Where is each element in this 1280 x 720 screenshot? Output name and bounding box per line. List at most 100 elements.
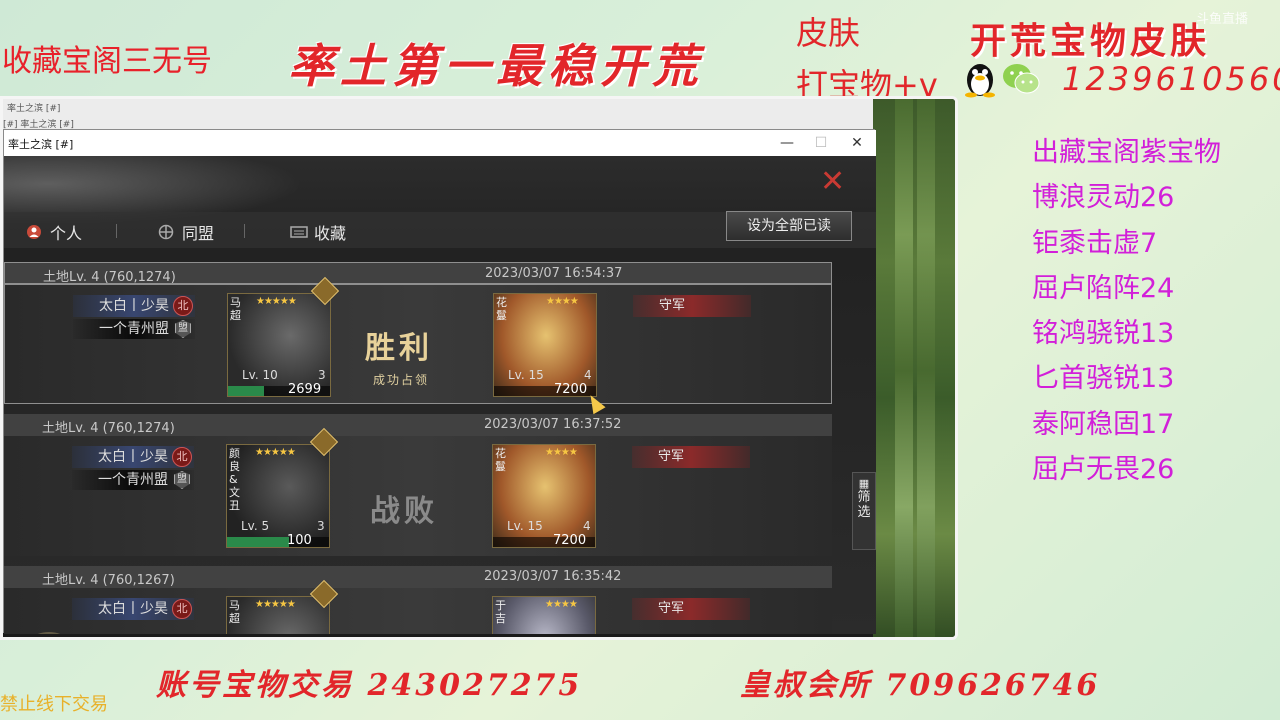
panel-close-button[interactable]: ✕	[820, 164, 845, 199]
treasure-list-item: 钜黍击虚7	[1032, 227, 1158, 259]
general-name: 于吉	[495, 599, 506, 625]
troop-count: 2699	[288, 382, 322, 397]
defender-general-card[interactable]: 花鬘 ★★★★ Lv. 15 4 7200	[492, 444, 596, 548]
general-stars: ★★★★	[545, 599, 578, 610]
game-capture-frame: 率土之滨 [#] [#] 率土之滨 [#] 率土之滨 [#] — ☐ ✕ ✕ 个…	[0, 96, 958, 640]
defender-label: 守军	[632, 446, 750, 468]
treasure-list-item: 泰阿稳固17	[1032, 408, 1175, 440]
filter-button[interactable]: ▦ 筛选	[852, 472, 876, 550]
treasure-list-item: 屈卢无畏26	[1032, 454, 1175, 486]
treasure-list-item: 出藏宝阁紫宝物	[1032, 137, 1221, 168]
report-location: 土地Lv. 4 (760,1267)	[42, 573, 175, 588]
general-level: Lv. 5	[241, 519, 270, 533]
stream-watermark: 斗鱼直播	[1196, 12, 1249, 27]
tab-collection[interactable]: 收藏	[290, 220, 346, 244]
report-time: 2023/03/07 16:54:37	[485, 266, 623, 281]
general-name: 颜良&文丑	[229, 447, 240, 512]
battle-outcome: 战败	[370, 494, 438, 529]
defender-general-card[interactable]: 于吉 ★★★★	[492, 596, 596, 634]
overlay-footer-left: 账号宝物交易 243027275	[156, 668, 583, 703]
troop-bar-fill	[227, 537, 290, 547]
general-stars: ★★★★★	[255, 447, 296, 458]
report-body: 太白丨少昊 北 一个青州盟 盟 颜良&文丑 ★★★★★ Lv. 5 3 100	[4, 427, 832, 556]
region-badge: 北	[173, 296, 193, 316]
treasure-list: 出藏宝阁紫宝物 博浪灵动26 钜黍击虚7 屈卢陷阵24 铭鸿骁锐13 匕首骁锐1…	[1032, 130, 1221, 492]
troop-bar	[227, 537, 329, 547]
troop-count: 7200	[554, 382, 588, 397]
report-header: 土地Lv. 4 (760,1274) 2023/03/07 16:37:52	[4, 414, 832, 436]
report-header: 土地Lv. 4 (760,1274) 2023/03/07 16:54:37	[4, 262, 832, 285]
region-badge: 北	[172, 599, 192, 619]
troop-count: 7200	[553, 533, 587, 548]
general-cost: 4	[584, 368, 592, 382]
general-name: 花鬘	[496, 296, 507, 322]
report-header: 土地Lv. 4 (760,1267) 2023/03/07 16:35:42	[4, 566, 832, 588]
general-name: 马超	[229, 599, 240, 625]
overlay-banner: 率土第一最稳开荒	[288, 39, 704, 93]
general-level: Lv. 15	[508, 368, 544, 382]
overlay-right-title: 开荒宝物皮肤	[970, 20, 1211, 62]
tab-alliance[interactable]: 同盟	[158, 220, 214, 244]
report-time: 2023/03/07 16:35:42	[484, 569, 622, 584]
report-location: 土地Lv. 4 (760,1274)	[43, 270, 176, 285]
troop-count: 100	[287, 533, 312, 548]
general-cost: 3	[317, 519, 325, 533]
region-badge: 北	[172, 447, 192, 467]
battle-report-panel: ✕ 个人 同盟 收藏 设为全部已读 土地Lv. 4 (760,1274) 202…	[4, 156, 876, 634]
defender-label: 守军	[633, 295, 751, 317]
general-cost: 3	[318, 368, 326, 382]
overlay-footer-right: 皇叔会所 709626746	[740, 668, 1101, 703]
tab-divider	[244, 224, 245, 238]
window-titlebar[interactable]: 率土之滨 [#] — ☐ ✕	[4, 130, 876, 156]
bg-window-tab[interactable]: 率土之滨 [#]	[7, 101, 60, 115]
game-window: 率土之滨 [#] — ☐ ✕ ✕ 个人 同盟 收藏 设为全部已读 土地Lv. 4…	[3, 129, 876, 634]
treasure-list-item: 铭鸿骁锐13	[1032, 318, 1175, 350]
tab-divider	[116, 224, 117, 238]
treasure-list-item: 屈卢陷阵24	[1032, 272, 1175, 304]
overlay-skin-text: 皮肤	[796, 14, 861, 52]
maximize-button[interactable]: ☐	[804, 132, 838, 154]
filter-label: 筛选	[857, 490, 871, 520]
collection-icon	[290, 224, 308, 240]
treasure-list-item: 博浪灵动26	[1032, 182, 1175, 214]
general-stars: ★★★★★	[255, 599, 296, 610]
qq-penguin-icon	[962, 60, 998, 98]
attacker-general-card[interactable]: 颜良&文丑 ★★★★★ Lv. 5 3 100	[226, 444, 330, 548]
window-title: 率土之滨 [#]	[8, 138, 74, 151]
report-body: 太白丨少昊 北 马超 ★★★★★ 于吉 ★★★★ 守军	[4, 579, 832, 634]
report-body: 太白丨少昊 北 一个青州盟 盟 马超 ★★★★★ Lv. 10 3 2699 胜…	[4, 276, 832, 404]
overlay-left-title: 收藏宝阁三无号	[2, 44, 212, 79]
attacker-general-card[interactable]: 马超 ★★★★★	[226, 596, 330, 634]
general-name: 马超	[230, 296, 241, 322]
battle-outcome: 胜利	[365, 331, 433, 366]
general-cost: 4	[583, 519, 591, 533]
defender-general-card[interactable]: 花鬘 ★★★★ Lv. 15 4 7200	[493, 293, 597, 397]
general-level: Lv. 10	[242, 368, 278, 382]
grid-icon: ▦	[858, 477, 870, 490]
window-close-button[interactable]: ✕	[840, 132, 874, 154]
person-icon	[26, 224, 42, 240]
minimize-button[interactable]: —	[770, 132, 804, 154]
map-terrain	[895, 99, 913, 637]
tab-label: 个人	[50, 224, 83, 243]
alliance-icon	[158, 224, 174, 240]
map-terrain	[917, 99, 935, 637]
report-location: 土地Lv. 4 (760,1274)	[42, 421, 175, 436]
world-map-background	[873, 99, 955, 637]
general-stars: ★★★★★	[256, 296, 297, 307]
mark-all-read-button[interactable]: 设为全部已读	[726, 211, 852, 241]
troop-bar-fill	[228, 386, 265, 396]
general-stars: ★★★★	[545, 447, 578, 458]
report-time: 2023/03/07 16:37:52	[484, 417, 622, 432]
tab-label: 同盟	[182, 224, 215, 243]
overlay-corner-note: 禁止线下交易	[0, 694, 108, 715]
general-name: 花鬘	[495, 447, 506, 473]
battle-outcome-detail: 成功占领	[373, 373, 430, 387]
wechat-icon	[1002, 62, 1040, 96]
tab-personal[interactable]: 个人	[26, 220, 82, 244]
treasure-list-item: 匕首骁锐13	[1032, 363, 1175, 395]
attacker-general-card[interactable]: 马超 ★★★★★ Lv. 10 3 2699	[227, 293, 331, 397]
general-level: Lv. 15	[507, 519, 543, 533]
defender-label: 守军	[632, 598, 750, 620]
tab-label: 收藏	[314, 224, 347, 243]
